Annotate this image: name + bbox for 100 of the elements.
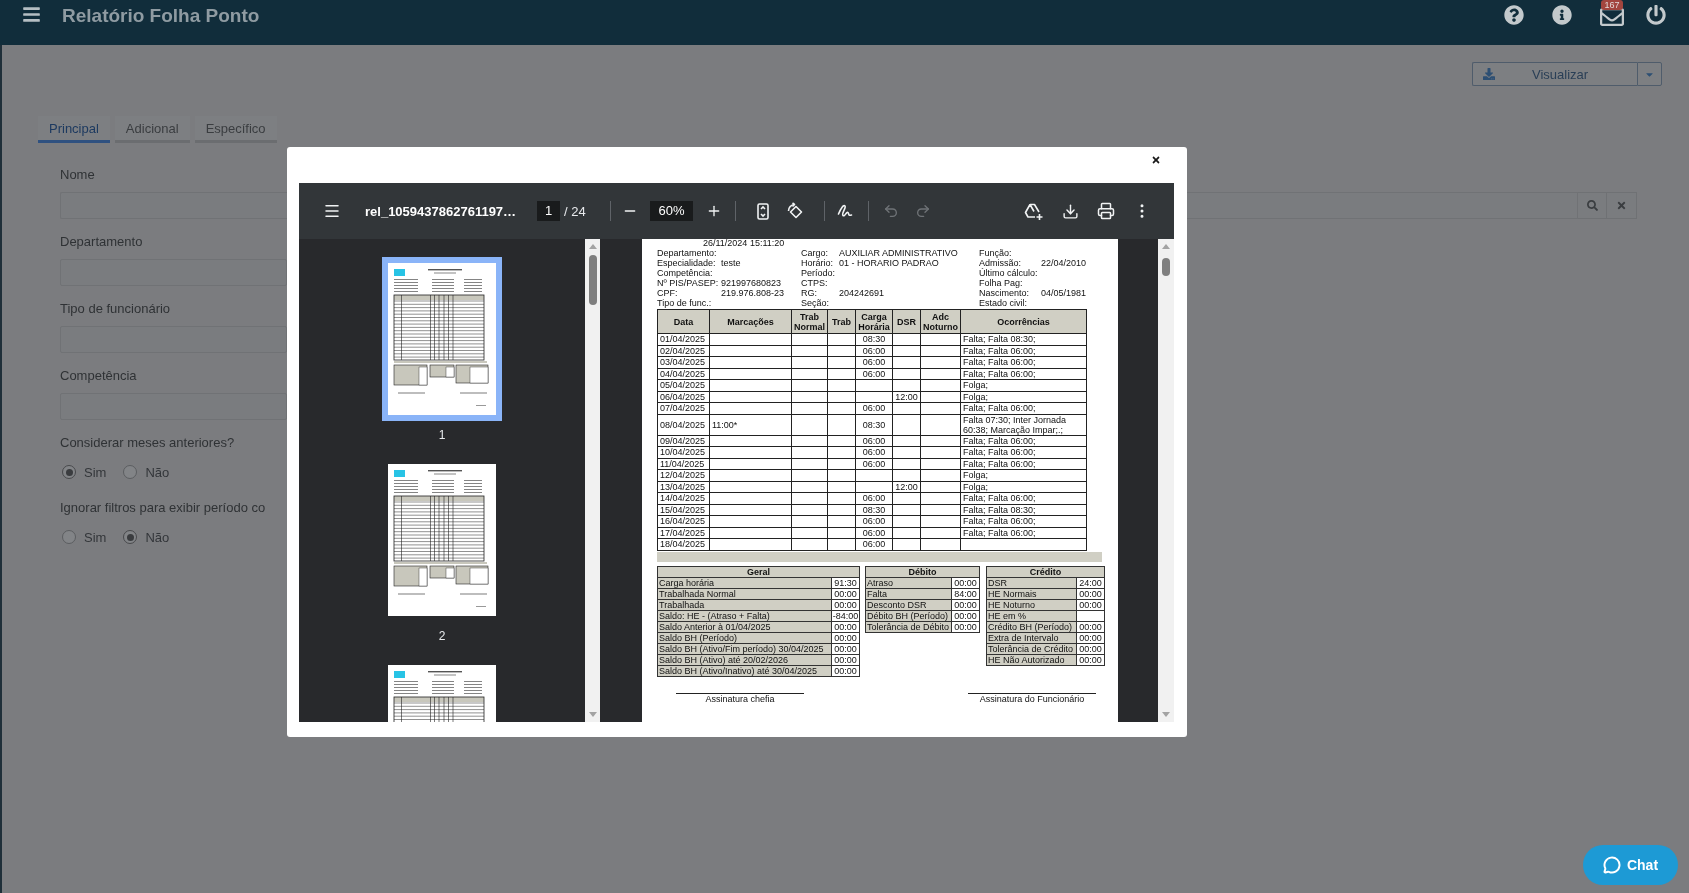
- input-field[interactable]: [60, 326, 287, 353]
- table-cell: 12:00: [892, 391, 921, 403]
- input-field[interactable]: [1187, 192, 1578, 219]
- radio-button[interactable]: [123, 465, 138, 479]
- field-label: Departamento: [60, 234, 143, 250]
- table-cell: 13/04/2025: [657, 481, 710, 493]
- table-cell: [920, 458, 961, 470]
- scrollbar[interactable]: [1158, 239, 1174, 722]
- info-label: Competência:: [657, 268, 713, 278]
- summary-label: Saldo: HE - (Atraso + Falta): [657, 610, 832, 621]
- rotate-icon[interactable]: [786, 202, 804, 220]
- scroll-up-icon[interactable]: [1162, 244, 1170, 249]
- download-icon[interactable]: [1061, 202, 1079, 220]
- print-icon[interactable]: [1097, 202, 1115, 220]
- radio-label: Sim: [84, 464, 107, 480]
- column-header: Carga Horária: [855, 309, 893, 334]
- question-label: Considerar meses anteriores?: [60, 435, 235, 451]
- summary-label: Saldo BH (Ativo) até 20/02/2026: [657, 654, 832, 665]
- page-thumbnail[interactable]: [382, 257, 502, 421]
- info-label: Período:: [801, 268, 836, 278]
- table-cell: 12/04/2025: [657, 469, 710, 481]
- table-cell: 04/04/2025: [657, 368, 710, 380]
- search-button[interactable]: [1578, 192, 1607, 219]
- table-cell: 11:00*: [709, 414, 792, 435]
- help-icon[interactable]: [1504, 5, 1524, 25]
- table-cell: 06:00: [855, 527, 893, 539]
- field-label: Competência: [60, 368, 137, 384]
- clear-button[interactable]: [1607, 192, 1637, 219]
- info-label: Último cálculo:: [979, 268, 1038, 278]
- table-cell: [920, 492, 961, 504]
- info-label: Função:: [979, 248, 1012, 258]
- table-cell: [791, 345, 828, 357]
- power-icon[interactable]: [1646, 5, 1666, 25]
- squiggle-icon[interactable]: [837, 203, 853, 219]
- table-cell: [892, 515, 921, 527]
- chat-icon: [1602, 856, 1621, 874]
- scrollbar-thumb[interactable]: [1162, 258, 1170, 276]
- input-field[interactable]: [60, 192, 287, 219]
- table-cell: Falta; Falta 06:00;: [960, 356, 1087, 368]
- table-cell: Falta; Falta 06:00;: [960, 435, 1087, 447]
- radio-button[interactable]: [62, 465, 76, 479]
- info-label: CTPS:: [801, 278, 828, 288]
- dropdown-button[interactable]: [1637, 62, 1662, 86]
- plus-icon[interactable]: [706, 203, 722, 219]
- table-cell: [855, 391, 893, 403]
- zoom-field[interactable]: 60%: [650, 201, 693, 221]
- table-cell: [827, 504, 856, 516]
- summary-label: Saldo BH (Período): [657, 632, 832, 643]
- table-cell: [827, 368, 856, 380]
- summary-value: -84:00: [831, 610, 860, 621]
- summary-value: 00:00: [1076, 621, 1105, 632]
- menu-icon[interactable]: [22, 5, 41, 24]
- input-field[interactable]: [60, 259, 287, 286]
- info-label: Nascimento:: [979, 288, 1030, 298]
- search-icon: [1586, 200, 1598, 211]
- download-icon: [1483, 68, 1495, 80]
- scroll-down-icon[interactable]: [588, 712, 597, 717]
- table-cell: [827, 435, 856, 447]
- summary-value: 84:00: [951, 588, 980, 599]
- scroll-up-icon[interactable]: [588, 244, 597, 249]
- summary-value: 00:00: [831, 643, 860, 654]
- summary-value: 00:00: [831, 588, 860, 599]
- view-button[interactable]: Visualizar: [1472, 62, 1637, 86]
- table-cell: [920, 435, 961, 447]
- summary-value: 00:00: [831, 654, 860, 665]
- chat-button[interactable]: Chat: [1583, 845, 1678, 885]
- input-field[interactable]: [60, 393, 287, 420]
- table-cell: [892, 435, 921, 447]
- summary-label: Extra de Intervalo: [986, 632, 1077, 643]
- column-header: Trab Normal: [791, 309, 828, 334]
- table-cell: [791, 356, 828, 368]
- summary-label: Tolerância de Crédito: [986, 643, 1077, 654]
- table-cell: [791, 515, 828, 527]
- summary-label: Desconto DSR: [865, 599, 952, 610]
- table-cell: [892, 492, 921, 504]
- page-number-field[interactable]: 1: [537, 201, 560, 221]
- radio-label: Sim: [84, 529, 107, 545]
- info-value: teste: [721, 258, 741, 268]
- table-cell: 01/04/2025: [657, 333, 710, 345]
- table-cell: 09/04/2025: [657, 435, 710, 447]
- scrollbar-thumb[interactable]: [588, 255, 597, 305]
- table-cell: [827, 492, 856, 504]
- page-number-label: 2: [438, 629, 446, 643]
- triangle-plus-icon[interactable]: [1023, 202, 1043, 220]
- info-label: CPF:: [657, 288, 678, 298]
- page-number-label: 1: [438, 428, 446, 442]
- column-header: DSR: [892, 309, 921, 334]
- close-icon[interactable]: [1151, 155, 1161, 165]
- menu-icon[interactable]: [323, 202, 341, 220]
- info-icon[interactable]: [1552, 5, 1572, 25]
- table-cell: 12:00: [892, 481, 921, 493]
- scroll-down-icon[interactable]: [1162, 712, 1170, 717]
- table-cell: [892, 345, 921, 357]
- radio-button[interactable]: [123, 530, 138, 544]
- summary-label: HE em %: [986, 610, 1077, 621]
- radio-button[interactable]: [62, 530, 76, 544]
- info-label: Especialidade:: [657, 258, 716, 268]
- summary-value: 00:00: [951, 610, 980, 621]
- scrollbar[interactable]: [585, 239, 600, 722]
- page-fit-icon[interactable]: [757, 202, 769, 220]
